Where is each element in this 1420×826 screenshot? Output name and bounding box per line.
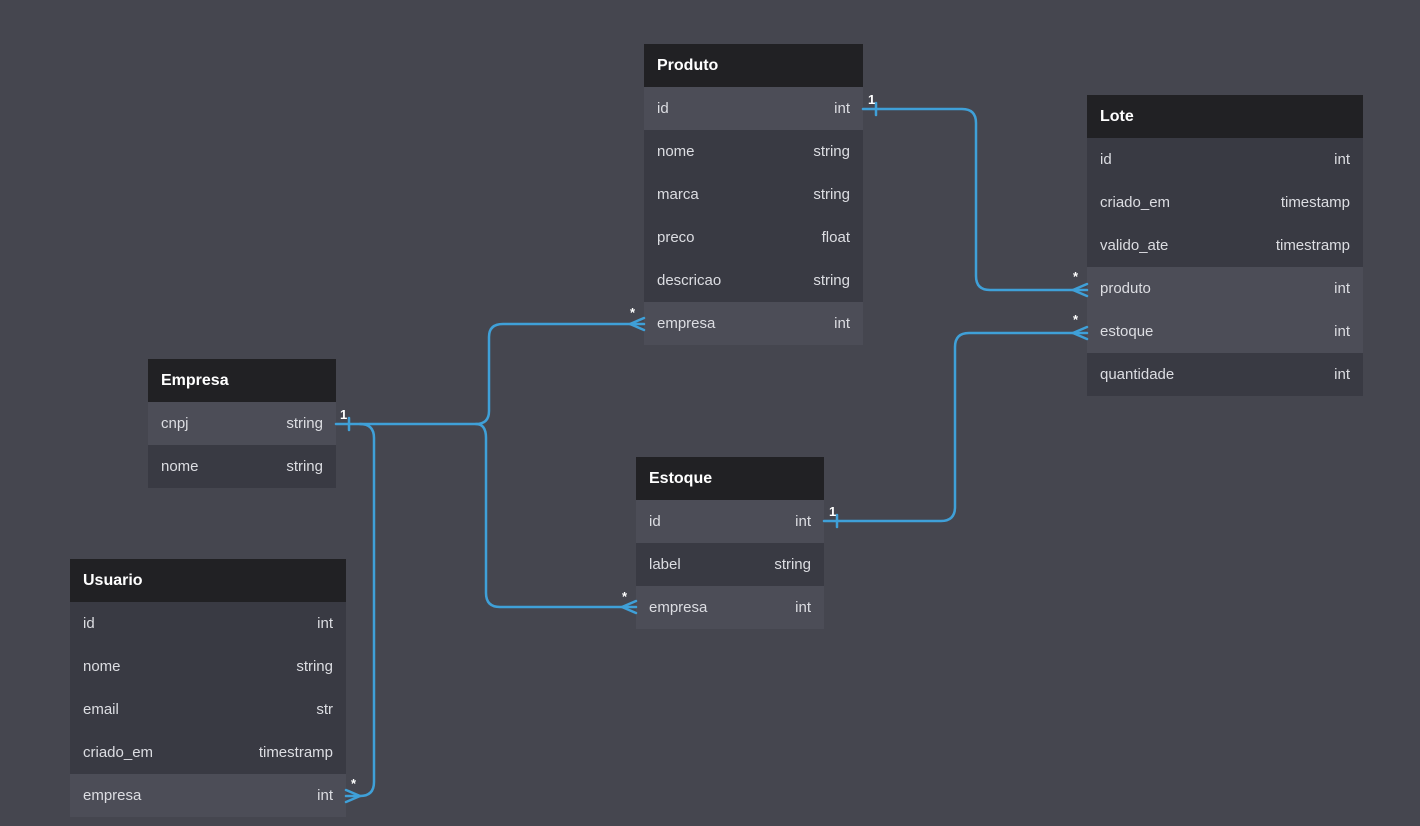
field-row-criado-em[interactable]: criado_em timestamp [1087, 181, 1363, 224]
field-type: int [834, 100, 850, 117]
relation-produto-lote[interactable] [861, 107, 1089, 292]
field-type: string [774, 556, 811, 573]
field-row-descricao[interactable]: descricao string [644, 259, 863, 302]
cardinality-one-label: 1 [829, 504, 836, 519]
field-row-label[interactable]: label string [636, 543, 824, 586]
field-row-nome[interactable]: nome string [148, 445, 336, 488]
field-row-marca[interactable]: marca string [644, 173, 863, 216]
field-type: int [317, 787, 333, 804]
field-type: string [286, 458, 323, 475]
field-type: int [1334, 323, 1350, 340]
field-type: int [1334, 151, 1350, 168]
cardinality-many-label: * [1073, 269, 1079, 284]
table-header[interactable]: Lote [1087, 95, 1363, 138]
relation-estoque-lote[interactable] [822, 331, 1089, 523]
field-type: timestramp [258, 744, 333, 761]
field-type: int [1334, 366, 1350, 383]
field-type: string [296, 658, 333, 675]
field-name: marca [657, 186, 699, 203]
field-name: valido_ate [1100, 237, 1169, 254]
field-name: email [83, 701, 119, 718]
field-type: timestamp [1280, 194, 1350, 211]
relation-empresa-produto[interactable] [334, 322, 646, 426]
crowfoot-many-mark [1071, 325, 1089, 341]
field-name: id [83, 615, 95, 632]
cardinality-many-label: * [1073, 312, 1079, 327]
table-header[interactable]: Empresa [148, 359, 336, 402]
field-row-email[interactable]: email str [70, 688, 346, 731]
field-name: criado_em [1100, 194, 1171, 211]
field-name: empresa [657, 315, 716, 332]
field-row-id[interactable]: id int [644, 87, 863, 130]
field-row-empresa[interactable]: empresa int [636, 586, 824, 629]
field-name: descricao [657, 272, 722, 289]
field-type: int [795, 599, 811, 616]
field-name: nome [657, 143, 695, 160]
table-lote[interactable]: Lote id int criado_em timestamp valido_a… [1087, 95, 1363, 396]
field-type: int [317, 615, 333, 632]
field-row-quantidade[interactable]: quantidade int [1087, 353, 1363, 396]
field-name: estoque [1100, 323, 1154, 340]
field-type: str [316, 701, 333, 718]
field-row-empresa[interactable]: empresa int [644, 302, 863, 345]
cardinality-many-label: * [630, 305, 636, 320]
field-name: produto [1100, 280, 1151, 297]
field-row-criado-em[interactable]: criado_em timestramp [70, 731, 346, 774]
field-type: int [1334, 280, 1350, 297]
field-name: empresa [83, 787, 142, 804]
cardinality-one-label: 1 [340, 407, 347, 422]
crowfoot-many-mark [620, 599, 638, 615]
crowfoot-many-mark [628, 316, 646, 332]
field-name: cnpj [161, 415, 189, 432]
cardinality-many-label: * [622, 589, 628, 604]
field-row-id[interactable]: id int [1087, 138, 1363, 181]
field-row-valido-ate[interactable]: valido_ate timestramp [1087, 224, 1363, 267]
field-name: nome [83, 658, 121, 675]
table-header[interactable]: Usuario [70, 559, 346, 602]
field-row-id[interactable]: id int [636, 500, 824, 543]
field-row-empresa[interactable]: empresa int [70, 774, 346, 817]
field-row-nome[interactable]: nome string [644, 130, 863, 173]
field-name: id [649, 513, 661, 530]
table-header[interactable]: Estoque [636, 457, 824, 500]
field-name: id [1100, 151, 1112, 168]
cardinality-many-label: * [351, 776, 357, 791]
field-name: id [657, 100, 669, 117]
field-type: string [813, 143, 850, 160]
crowfoot-many-mark [1071, 282, 1089, 298]
table-usuario[interactable]: Usuario id int nome string email str cri… [70, 559, 346, 817]
relation-empresa-estoque[interactable] [474, 422, 638, 609]
field-row-estoque[interactable]: estoque int [1087, 310, 1363, 353]
field-type: int [834, 315, 850, 332]
field-type: float [821, 229, 850, 246]
field-name: quantidade [1100, 366, 1175, 383]
relation-empresa-usuario[interactable] [344, 422, 376, 798]
crowfoot-many-mark [344, 788, 362, 804]
table-produto[interactable]: Produto id int nome string marca string … [644, 44, 863, 345]
cardinality-one-label: 1 [868, 92, 875, 107]
field-row-id[interactable]: id int [70, 602, 346, 645]
field-type: string [286, 415, 323, 432]
table-empresa[interactable]: Empresa cnpj string nome string [148, 359, 336, 488]
field-row-preco[interactable]: preco float [644, 216, 863, 259]
field-name: nome [161, 458, 199, 475]
field-name: criado_em [83, 744, 154, 761]
field-type: timestramp [1275, 237, 1350, 254]
table-header[interactable]: Produto [644, 44, 863, 87]
field-name: preco [657, 229, 695, 246]
table-estoque[interactable]: Estoque id int label string empresa int [636, 457, 824, 629]
field-row-produto[interactable]: produto int [1087, 267, 1363, 310]
field-name: label [649, 556, 681, 573]
field-type: string [813, 272, 850, 289]
field-row-nome[interactable]: nome string [70, 645, 346, 688]
field-type: string [813, 186, 850, 203]
field-name: empresa [649, 599, 708, 616]
field-row-cnpj[interactable]: cnpj string [148, 402, 336, 445]
diagram-canvas: Produto id int nome string marca string … [0, 0, 1420, 826]
field-type: int [795, 513, 811, 530]
